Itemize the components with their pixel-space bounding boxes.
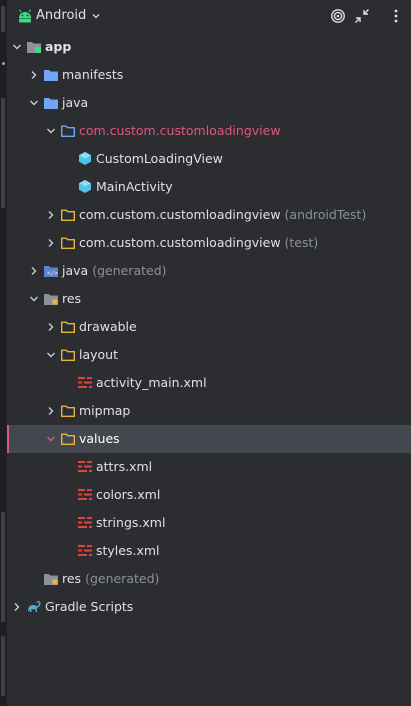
chevron-right-icon[interactable] bbox=[46, 322, 56, 332]
package-icon bbox=[61, 405, 75, 417]
tree-item-java[interactable]: java bbox=[7, 89, 411, 117]
package-icon bbox=[61, 321, 75, 333]
res-folder-icon bbox=[44, 294, 58, 305]
view-mode-title[interactable]: Android bbox=[36, 8, 86, 23]
tree-item-attrs-xml[interactable]: attrs.xml bbox=[7, 453, 411, 481]
chevron-right-icon[interactable] bbox=[29, 70, 39, 80]
tree-item-suffix: (generated) bbox=[85, 571, 160, 586]
xml-file-icon bbox=[78, 461, 92, 472]
tree-item-label: com.custom.customloadingview bbox=[79, 123, 281, 138]
tree-item-label: activity_main.xml bbox=[96, 375, 207, 390]
chevron-right-icon[interactable] bbox=[29, 266, 39, 276]
tree-item-label: res bbox=[62, 571, 82, 586]
tree-item-package-test[interactable]: com.custom.customloadingview (test) bbox=[7, 229, 411, 257]
tree-item-label: attrs.xml bbox=[96, 459, 153, 474]
chevron-down-icon[interactable] bbox=[91, 11, 101, 21]
chevron-down-icon[interactable] bbox=[46, 434, 56, 444]
folder-icon bbox=[44, 98, 58, 109]
chevron-down-icon[interactable] bbox=[46, 126, 56, 136]
tree-item-mipmap[interactable]: mipmap bbox=[7, 397, 411, 425]
tree-item-colors-xml[interactable]: colors.xml bbox=[7, 481, 411, 509]
tree-item-label: layout bbox=[79, 347, 119, 362]
tree-item-label: com.custom.customloadingview bbox=[79, 207, 281, 222]
tree-item-values[interactable]: values bbox=[7, 425, 411, 453]
tree-item-app[interactable]: app bbox=[7, 33, 411, 61]
generated-folder-icon: </> bbox=[44, 266, 58, 277]
tree-item-strings-xml[interactable]: strings.xml bbox=[7, 509, 411, 537]
tree-item-label: mipmap bbox=[79, 403, 131, 418]
package-icon bbox=[61, 125, 75, 137]
tree-item-label: MainActivity bbox=[96, 179, 173, 194]
tree-item-suffix: (test) bbox=[284, 235, 319, 250]
tree-item-layout[interactable]: layout bbox=[7, 341, 411, 369]
chevron-right-icon[interactable] bbox=[46, 210, 56, 220]
chevron-right-icon[interactable] bbox=[12, 602, 22, 612]
folder-icon bbox=[44, 70, 58, 81]
chevron-right-icon[interactable] bbox=[46, 238, 56, 248]
more-options-icon[interactable] bbox=[388, 8, 404, 24]
tree-item-package-androidtest[interactable]: com.custom.customloadingview (androidTes… bbox=[7, 201, 411, 229]
tree-item-drawable[interactable]: drawable bbox=[7, 313, 411, 341]
res-folder-icon bbox=[44, 574, 58, 585]
svg-text:</>: </> bbox=[47, 270, 58, 277]
chevron-down-icon[interactable] bbox=[29, 98, 39, 108]
package-icon bbox=[61, 237, 75, 249]
tree-item-manifests[interactable]: manifests bbox=[7, 61, 411, 89]
tree-item-label: styles.xml bbox=[96, 543, 160, 558]
package-icon bbox=[61, 433, 75, 445]
tree-item-label: CustomLoadingView bbox=[96, 151, 223, 166]
tree-item-label: java bbox=[62, 263, 89, 278]
tree-item-label: manifests bbox=[62, 67, 124, 82]
tree-item-label: colors.xml bbox=[96, 487, 161, 502]
tree-item-label: strings.xml bbox=[96, 515, 166, 530]
tree-item-label: app bbox=[45, 39, 72, 54]
tree-item-label: Gradle Scripts bbox=[45, 599, 134, 614]
xml-file-icon bbox=[78, 489, 92, 500]
strip-marker bbox=[1, 98, 5, 208]
class-icon bbox=[79, 152, 91, 165]
tree-item-label: drawable bbox=[79, 319, 137, 334]
locate-icon[interactable] bbox=[330, 8, 346, 24]
package-icon bbox=[61, 349, 75, 361]
chevron-down-icon[interactable] bbox=[12, 42, 22, 52]
tree-item-java-generated[interactable]: </> java (generated) bbox=[7, 257, 411, 285]
project-panel-header: Android bbox=[7, 0, 411, 33]
tree-item-res[interactable]: res bbox=[7, 285, 411, 313]
chevron-right-icon[interactable] bbox=[46, 406, 56, 416]
tree-item-label: values bbox=[79, 431, 120, 446]
tree-item-suffix: (androidTest) bbox=[284, 207, 367, 222]
strip-marker bbox=[1, 6, 5, 32]
left-tool-strip bbox=[0, 0, 7, 706]
xml-file-icon bbox=[78, 377, 92, 388]
tree-item-customloadingview[interactable]: CustomLoadingView bbox=[7, 145, 411, 173]
tree-item-res-generated[interactable]: res (generated) bbox=[7, 565, 411, 593]
collapse-all-icon[interactable] bbox=[354, 8, 370, 24]
tree-item-label: com.custom.customloadingview bbox=[79, 235, 281, 250]
tree-item-mainactivity[interactable]: MainActivity bbox=[7, 173, 411, 201]
tree-item-package-main[interactable]: com.custom.customloadingview bbox=[7, 117, 411, 145]
strip-marker bbox=[1, 636, 5, 696]
android-icon bbox=[19, 9, 31, 23]
tree-item-gradle-scripts[interactable]: Gradle Scripts bbox=[7, 593, 411, 621]
strip-dot bbox=[2, 62, 5, 65]
tree-item-label: res bbox=[62, 291, 82, 306]
tree-item-styles-xml[interactable]: styles.xml bbox=[7, 537, 411, 565]
gradle-icon bbox=[28, 600, 41, 612]
package-icon bbox=[61, 209, 75, 221]
xml-file-icon bbox=[78, 517, 92, 528]
strip-marker bbox=[1, 512, 5, 622]
module-folder-icon bbox=[27, 42, 41, 53]
tree-item-activity-main-xml[interactable]: activity_main.xml bbox=[7, 369, 411, 397]
chevron-down-icon[interactable] bbox=[46, 350, 56, 360]
tree-item-label: java bbox=[62, 95, 89, 110]
xml-file-icon bbox=[78, 545, 92, 556]
tree-item-suffix: (generated) bbox=[92, 263, 167, 278]
class-icon bbox=[79, 180, 91, 193]
chevron-down-icon[interactable] bbox=[29, 294, 39, 304]
